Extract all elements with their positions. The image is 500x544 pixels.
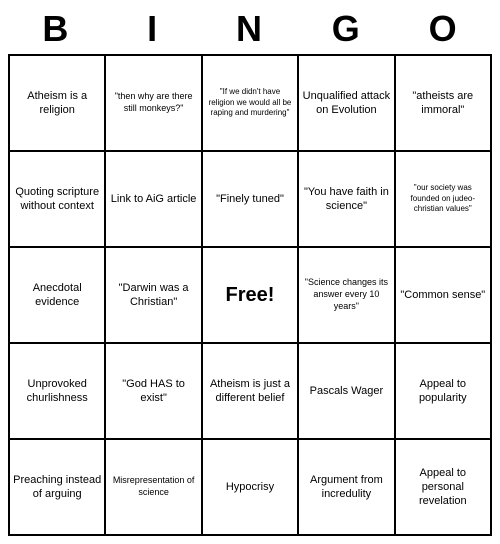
bingo-grid: Atheism is a religion"then why are there… bbox=[8, 54, 492, 536]
table-row: "atheists are immoral" bbox=[396, 56, 492, 152]
table-row: "You have faith in science" bbox=[299, 152, 395, 248]
table-row: "Science changes its answer every 10 yea… bbox=[299, 248, 395, 344]
title-letter-b: B bbox=[16, 8, 96, 50]
title-letter-o: O bbox=[404, 8, 484, 50]
table-row: "Common sense" bbox=[396, 248, 492, 344]
bingo-title: B I N G O bbox=[8, 8, 492, 50]
table-row: Unprovoked churlishness bbox=[10, 344, 106, 440]
table-row: Atheism is a religion bbox=[10, 56, 106, 152]
table-row: Argument from incredulity bbox=[299, 440, 395, 536]
title-letter-g: G bbox=[307, 8, 387, 50]
table-row: Atheism is just a different belief bbox=[203, 344, 299, 440]
table-row: "Darwin was a Christian" bbox=[106, 248, 202, 344]
title-letter-i: I bbox=[113, 8, 193, 50]
table-row: Link to AiG article bbox=[106, 152, 202, 248]
table-row: Pascals Wager bbox=[299, 344, 395, 440]
table-row: "then why are there still monkeys?" bbox=[106, 56, 202, 152]
table-row: Quoting scripture without context bbox=[10, 152, 106, 248]
title-letter-n: N bbox=[210, 8, 290, 50]
table-row: Appeal to popularity bbox=[396, 344, 492, 440]
table-row: "Finely tuned" bbox=[203, 152, 299, 248]
table-row: Preaching instead of arguing bbox=[10, 440, 106, 536]
table-row: "If we didn't have religion we would all… bbox=[203, 56, 299, 152]
table-row: "God HAS to exist" bbox=[106, 344, 202, 440]
table-row: Appeal to personal revelation bbox=[396, 440, 492, 536]
table-row: Misrepresentation of science bbox=[106, 440, 202, 536]
table-row: "our society was founded on judeo-christ… bbox=[396, 152, 492, 248]
table-row: Anecdotal evidence bbox=[10, 248, 106, 344]
table-row: Hypocrisy bbox=[203, 440, 299, 536]
table-row: Unqualified attack on Evolution bbox=[299, 56, 395, 152]
table-row: Free! bbox=[203, 248, 299, 344]
